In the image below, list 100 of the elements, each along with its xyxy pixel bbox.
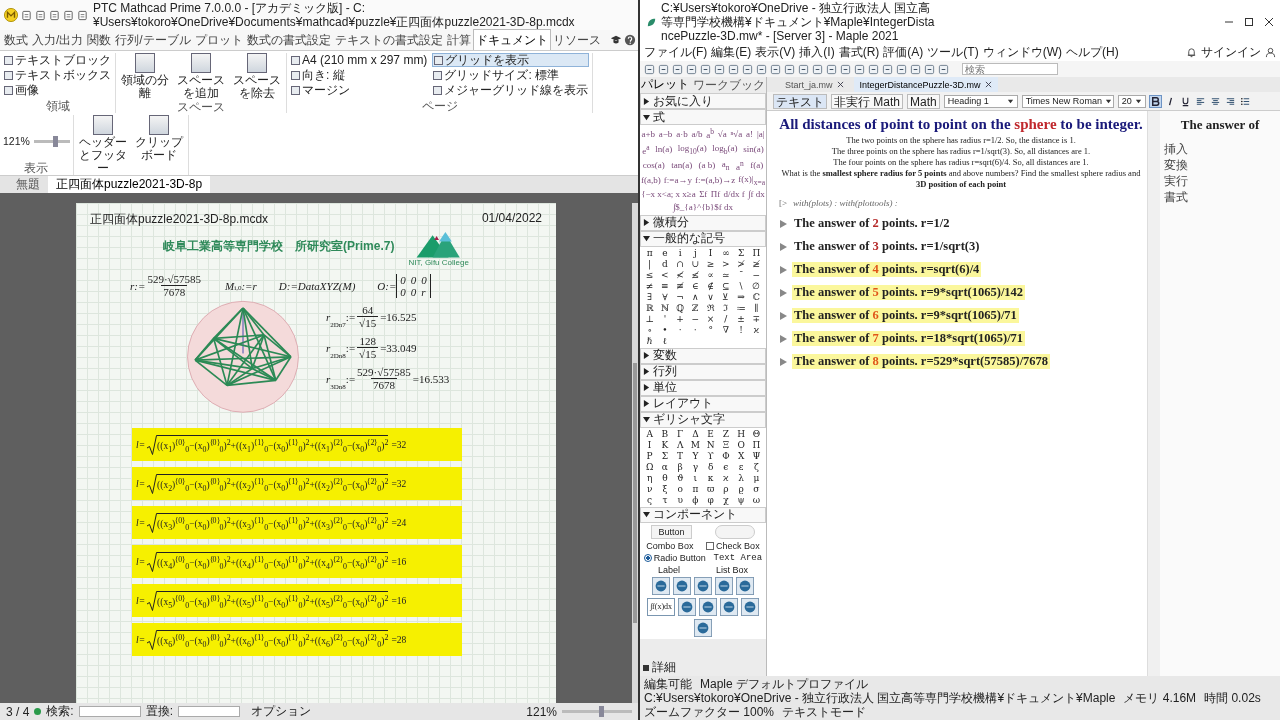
expression-template[interactable]: ⁿ√a [730,127,743,141]
leaf-logo-icon[interactable] [646,16,657,28]
sign-in-link[interactable]: サインイン [1201,44,1261,61]
symbol-button[interactable]: ⊻ [718,291,734,303]
panel-tab[interactable]: ワークブック [693,77,765,94]
command-input[interactable]: with(plots) : with(plottools) : [793,198,898,209]
symbol-button[interactable]: ¬ [672,291,688,303]
symbol-button[interactable]: φ [703,494,719,506]
symbol-button[interactable]: Γ [672,428,688,440]
expression-template[interactable]: f(a,b) [641,174,661,188]
document-tab[interactable]: 無題 [8,176,48,193]
palette-header[interactable]: 式 [640,109,766,125]
expression-template[interactable]: d/dx f [723,189,745,200]
symbol-button[interactable]: Α [642,428,658,440]
align-center-icon[interactable] [1209,95,1221,107]
symbol-button[interactable]: ϖ [703,483,719,495]
ribbon-button[interactable]: テキストブロック [3,53,112,67]
menu-item[interactable]: ファイル(F) [644,44,708,61]
symbol-button[interactable]: ¯ [733,269,749,281]
mode-button[interactable]: テキスト [773,93,827,109]
symbol-button[interactable]: Υ [687,450,703,462]
symbol-button[interactable]: Ρ [642,450,658,462]
symbol-button[interactable]: δ [703,461,719,473]
symbol-button[interactable]: ∘ [642,324,658,336]
expression-template[interactable]: a+b [641,127,655,141]
symbol-button[interactable]: ≥ [703,258,719,270]
symbol-button[interactable]: ± [733,313,749,325]
ribbon-tab[interactable]: 数式 [2,29,30,51]
expression-template[interactable]: log$_{b}$(a) [712,142,738,157]
expression-template[interactable]: Πf [710,189,721,200]
symbol-button[interactable]: ≡ [657,280,673,292]
collapsed-arrow-icon[interactable] [643,352,650,360]
symbol-button[interactable]: μ [748,472,764,484]
symbol-button[interactable]: Φ [718,450,734,462]
symbol-button[interactable]: ϕ [687,494,703,506]
bell-icon[interactable] [1186,47,1197,58]
ribbon-button[interactable]: A4 (210 mm x 297 mm) [290,53,429,67]
collapsed-section-icon[interactable] [779,265,787,274]
expression-template[interactable]: a$^{b}$ [706,127,714,141]
symbol-button[interactable]: ∞ [718,247,734,259]
symbol-button[interactable]: e [657,247,673,259]
ribbon-tab[interactable]: リソース [550,29,603,51]
bullet-list-icon[interactable] [1239,95,1251,107]
expression-template[interactable]: cos(a) [642,158,665,173]
symbol-button[interactable]: ℚ [672,302,688,314]
symbol-button[interactable]: − [748,269,764,281]
symbol-button[interactable]: ≰ [687,269,703,281]
collapsed-section-icon[interactable] [779,219,787,228]
expression-template[interactable]: {−x x<a; x x≥a [641,189,696,200]
symbol-button[interactable]: • [657,324,673,336]
expanded-arrow-icon[interactable] [643,235,650,243]
context-panel-item[interactable]: 変換 [1164,157,1276,173]
symbol-button[interactable]: κ [703,472,719,484]
symbol-button[interactable]: ° [703,324,719,336]
symbol-button[interactable]: ∅ [748,280,764,292]
collapsed-section-icon[interactable] [779,288,787,297]
expression-template[interactable]: f(a) [750,158,764,173]
symbol-button[interactable]: ε [733,461,749,473]
symbol-button[interactable]: Ω [642,461,658,473]
symbol-button[interactable]: ϒ [703,450,719,462]
palette-header[interactable]: お気に入り [640,93,766,109]
symbol-button[interactable]: π [687,483,703,495]
symbol-button[interactable]: υ [672,494,688,506]
document-tab[interactable]: 正四面体puzzle2021-3D-8p [48,176,211,193]
ribbon-tab[interactable]: 行列/テーブル [113,29,193,51]
menu-item[interactable]: 評価(A) [883,44,924,61]
mode-button[interactable]: Math [907,93,940,109]
ribbon-button[interactable]: 画像 [3,83,112,97]
symbol-button[interactable]: Ι [642,439,658,451]
bold-icon[interactable] [1149,95,1161,107]
symbol-button[interactable]: ψ [733,494,749,506]
symbol-button[interactable]: ≢ [672,280,688,292]
collapsed-arrow-icon[interactable] [643,368,650,376]
expression-template[interactable]: f:=a→y [663,174,692,188]
menu-item[interactable]: 書式(R) [838,44,880,61]
expression-template[interactable]: a−b [658,127,673,141]
ribbon-button[interactable]: スペースを追加 [175,53,227,100]
symbol-button[interactable]: \ [733,280,749,292]
align-left-icon[interactable] [1194,95,1206,107]
ribbon-tab[interactable]: プロット [192,29,245,51]
symbol-button[interactable]: ϰ [748,324,764,336]
symbol-button[interactable]: < [657,269,673,281]
expression-template[interactable]: Σf [699,189,708,200]
menu-item[interactable]: ウィンドウ(W) [982,44,1062,61]
collapsed-arrow-icon[interactable] [643,400,650,408]
symbol-button[interactable]: τ [657,494,673,506]
menu-item[interactable]: 表示(V) [755,44,796,61]
symbol-button[interactable]: ⇒ [733,291,749,303]
ribbon-button[interactable]: 領域の分離 [119,53,171,100]
symbol-button[interactable]: ∨ [703,291,719,303]
symbol-button[interactable]: I [703,247,719,259]
symbol-button[interactable]: ℓ [657,335,673,347]
ribbon-tab[interactable]: 計算 [444,29,473,51]
symbol-button[interactable]: ν [642,483,658,495]
symbol-button[interactable]: ℂ [748,291,764,303]
expression-template[interactable]: a! [746,127,754,141]
button-component[interactable]: Button [651,524,692,539]
expanded-arrow-icon[interactable] [643,416,650,424]
menu-item[interactable]: 挿入(I) [799,44,835,61]
symbol-button[interactable]: ϑ [672,472,688,484]
